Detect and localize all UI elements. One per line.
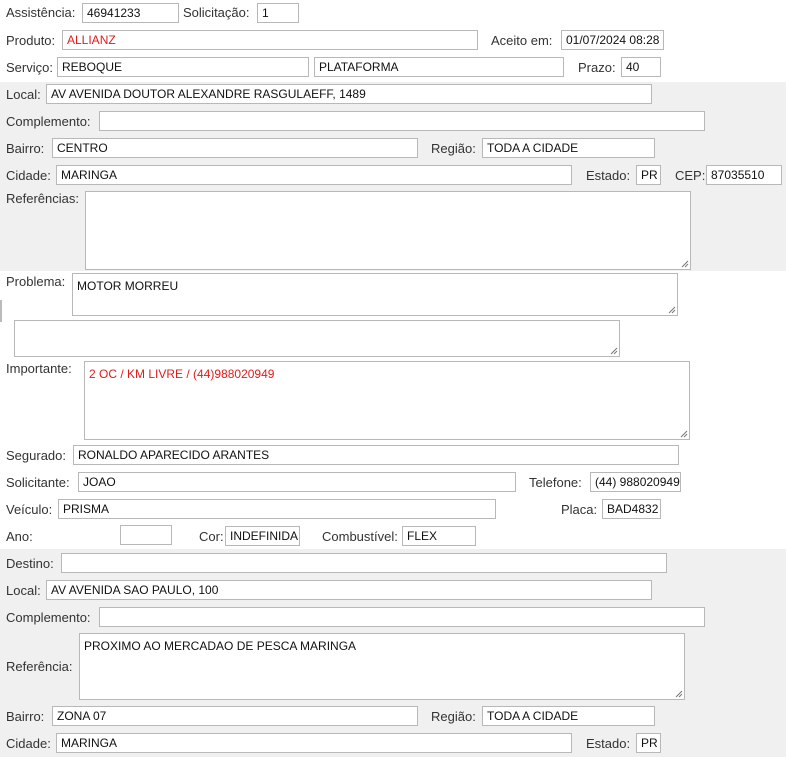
placa-input[interactable]: BAD4832 [602,499,661,519]
destino-referencia-label: Referência: [6,659,73,674]
destino-local-input[interactable]: AV AVENIDA SAO PAULO, 100 [46,580,652,600]
complemento-input[interactable] [99,111,705,131]
destino-bairro-input[interactable]: ZONA 07 [52,706,418,726]
cidade-input[interactable]: MARINGA [56,165,572,185]
produto-label: Produto: [6,33,56,48]
resize-grip-icon[interactable] [675,690,683,698]
prazo-input[interactable]: 40 [621,57,661,77]
referencias-textarea[interactable] [85,191,691,270]
cep-input[interactable]: 87035510 [706,165,782,185]
destino-bairro-label: Bairro: [6,709,45,724]
cidade-label: Cidade: [6,168,51,183]
bairro-input[interactable]: CENTRO [52,138,418,158]
solicitacao-input[interactable]: 1 [257,3,299,23]
resize-grip-icon[interactable] [610,347,618,355]
bairro-label: Bairro: [6,141,45,156]
destino-complemento-input[interactable] [99,607,705,627]
referencias-label: Referências: [6,191,79,206]
combustivel-input[interactable]: FLEX [402,526,476,546]
placa-label: Placa: [561,502,598,517]
destino-label: Destino: [6,556,54,571]
estado-label: Estado: [586,168,631,183]
problema-label: Problema: [6,274,66,289]
aceito-em-input[interactable]: 01/07/2024 08:28 [561,30,664,50]
prazo-label: Prazo: [578,60,616,75]
servico-input[interactable]: REBOQUE [57,57,309,77]
servico-label: Serviço: [6,60,53,75]
solicitante-label: Solicitante: [6,475,70,490]
local-input[interactable]: AV AVENIDA DOUTOR ALEXANDRE RASGULAEFF, … [46,84,652,104]
destino-input[interactable] [61,553,667,573]
destino-estado-label: Estado: [586,736,631,751]
aceito-em-label: Aceito em: [491,33,553,48]
destino-cidade-input[interactable]: MARINGA [56,733,572,753]
resize-grip-icon[interactable] [668,306,676,314]
destino-estado-input[interactable]: PR [636,733,661,753]
destino-regiao-label: Região: [431,709,476,724]
cep-label: CEP: [675,168,706,183]
problema-extra-textarea[interactable] [14,320,620,357]
solicitacao-label: Solicitação: [183,5,250,20]
destino-local-label: Local: [6,583,41,598]
importante-label: Importante: [6,361,72,376]
regiao-label: Região: [431,141,476,156]
veiculo-label: Veículo: [6,502,53,517]
destino-referencia-textarea[interactable]: PROXIMO AO MERCADAO DE PESCA MARINGA [79,633,685,700]
left-edge-marker [0,300,2,322]
cor-input[interactable]: INDEFINIDA [225,526,300,546]
local-label: Local: [6,87,41,102]
combustivel-label: Combustível: [322,529,398,544]
resize-grip-icon[interactable] [680,430,688,438]
destino-referencia-text: PROXIMO AO MERCADAO DE PESCA MARINGA [84,639,357,653]
servico-type-input[interactable]: PLATAFORMA [314,57,564,77]
destino-cidade-label: Cidade: [6,736,51,751]
destino-complemento-label: Complemento: [6,610,91,625]
telefone-label: Telefone: [529,475,582,490]
cor-label: Cor: [199,529,224,544]
telefone-input[interactable]: (44) 988020949 [590,472,681,492]
assistencia-input[interactable]: 46941233 [82,3,179,23]
segurado-label: Segurado: [6,448,66,463]
problema-text: MOTOR MORREU [77,279,179,293]
solicitante-input[interactable]: JOAO [78,472,516,492]
assistencia-label: Assistência: [6,5,76,20]
ano-input[interactable] [120,525,172,545]
complemento-label: Complemento: [6,114,91,129]
destino-regiao-input[interactable]: TODA A CIDADE [482,706,655,726]
estado-input[interactable]: PR [636,165,661,185]
segurado-input[interactable]: RONALDO APARECIDO ARANTES [73,445,679,465]
regiao-input[interactable]: TODA A CIDADE [482,138,655,158]
importante-textarea[interactable]: 2 OC / KM LIVRE / (44)988020949 [84,361,690,440]
ano-label: Ano: [6,529,33,544]
produto-input[interactable]: ALLIANZ [62,30,478,50]
resize-grip-icon[interactable] [681,260,689,268]
problema-textarea[interactable]: MOTOR MORREU [72,273,678,316]
veiculo-input[interactable]: PRISMA [58,499,496,519]
importante-text: 2 OC / KM LIVRE / (44)988020949 [89,367,275,381]
